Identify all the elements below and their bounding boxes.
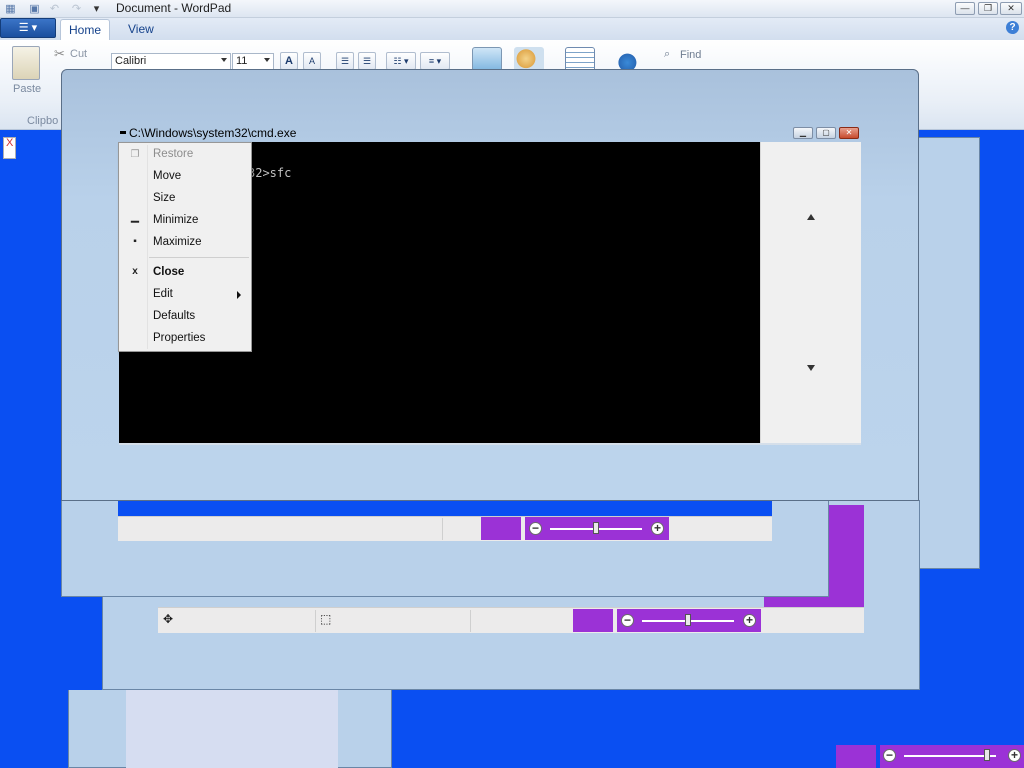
binoculars-icon[interactable]: ⌕: [664, 48, 670, 61]
clipboard-group-label: Clipbo: [27, 115, 59, 127]
zoom-out-button[interactable]: −: [529, 522, 542, 535]
menu-item-properties[interactable]: Properties: [153, 332, 205, 344]
tab-home[interactable]: Home: [60, 19, 110, 41]
zoom-thumb[interactable]: [593, 522, 599, 534]
cut-label[interactable]: Cut: [70, 48, 87, 60]
scroll-down-arrow-icon[interactable]: [807, 365, 815, 371]
zoom-level-box: [836, 745, 876, 768]
zoom-thumb[interactable]: [685, 614, 691, 626]
chevron-right-icon: [237, 291, 241, 299]
restore-icon: ❐: [130, 149, 140, 160]
cmd-maximize-button[interactable]: ▢: [816, 127, 836, 139]
scissors-icon[interactable]: ✂: [54, 46, 65, 62]
status-divider: [315, 610, 316, 632]
wordpad-app-icon[interactable]: ▦: [4, 3, 17, 15]
cmd-close-button[interactable]: ✕: [839, 127, 859, 139]
font-family-select[interactable]: Calibri: [111, 53, 231, 70]
ghost-window-right: [919, 137, 980, 569]
status-divider: [442, 518, 443, 540]
zoom-thumb[interactable]: [984, 749, 990, 761]
ghost-document-strip: [118, 501, 772, 516]
minimize-icon: ▁: [131, 212, 139, 223]
menu-item-defaults[interactable]: Defaults: [153, 310, 195, 322]
paste-icon[interactable]: [12, 46, 40, 80]
zoom-track[interactable]: [904, 755, 996, 757]
chevron-down-icon: [264, 58, 270, 62]
zoom-level-box: [481, 517, 521, 540]
zoom-in-button[interactable]: +: [1008, 749, 1021, 762]
close-icon: x: [132, 266, 138, 277]
status-divider: [470, 610, 471, 632]
menu-item-restore[interactable]: Restore: [153, 148, 193, 160]
wordpad-window-title: Document - WordPad: [116, 1, 232, 15]
help-icon[interactable]: ?: [1006, 21, 1019, 34]
menu-separator: [149, 257, 249, 258]
zoom-in-button[interactable]: +: [743, 614, 756, 627]
wordpad-close-button[interactable]: ✕: [1000, 2, 1022, 15]
bullets-button[interactable]: ☷ ▾: [386, 52, 416, 70]
ghost-statusbar-2: [118, 516, 772, 541]
undo-icon[interactable]: ↶: [48, 3, 61, 15]
cmd-vertical-scrollbar[interactable]: [760, 142, 861, 443]
menu-gutter: [147, 145, 148, 349]
tab-stop-selector[interactable]: X: [3, 137, 16, 159]
decrease-indent-button[interactable]: ☰: [336, 52, 354, 70]
menu-item-minimize[interactable]: Minimize: [153, 214, 198, 226]
redo-icon[interactable]: ↷: [70, 3, 83, 15]
cmd-bottom-edge: [119, 443, 861, 445]
zoom-in-button[interactable]: +: [651, 522, 664, 535]
menu-item-edit[interactable]: Edit: [153, 288, 173, 300]
grow-font-button[interactable]: A: [280, 52, 298, 70]
find-button[interactable]: Find: [680, 49, 701, 61]
save-icon[interactable]: ▣: [28, 3, 41, 15]
maximize-icon: ▪: [133, 236, 137, 247]
cmd-console-text: 32>sfc: [248, 166, 292, 180]
scroll-up-arrow-icon[interactable]: [807, 214, 815, 220]
tab-view[interactable]: View: [128, 19, 154, 39]
menu-item-size[interactable]: Size: [153, 192, 175, 204]
line-spacing-button[interactable]: ≡ ▾: [420, 52, 450, 70]
menu-item-maximize[interactable]: Maximize: [153, 236, 202, 248]
menu-item-close[interactable]: Close: [153, 266, 184, 278]
zoom-out-button[interactable]: −: [883, 749, 896, 762]
shrink-font-button[interactable]: A: [303, 52, 321, 70]
system-menu: ❐ Restore Move Size ▁ Minimize ▪ Maximiz…: [118, 142, 252, 352]
zoom-out-button[interactable]: −: [621, 614, 634, 627]
paste-label[interactable]: Paste: [13, 83, 41, 95]
qat-dropdown-icon[interactable]: ▾: [90, 3, 103, 15]
application-menu-button[interactable]: ☰ ▾: [0, 18, 56, 38]
cmd-window-title: C:\Windows\system32\cmd.exe: [129, 126, 297, 140]
zoom-level-box: [573, 609, 613, 632]
chevron-down-icon: [221, 58, 227, 62]
move-icon: ✥: [163, 612, 174, 626]
selection-icon: ⬚: [320, 612, 332, 626]
ghost-window-bottom-panel: [126, 690, 338, 768]
cmd-minimize-button[interactable]: ▁: [793, 127, 813, 139]
wordpad-restore-button[interactable]: ❐: [978, 2, 998, 15]
menu-item-move[interactable]: Move: [153, 170, 181, 182]
wordpad-minimize-button[interactable]: —: [955, 2, 975, 15]
cmd-system-menu-icon[interactable]: [120, 131, 126, 134]
increase-indent-button[interactable]: ☰: [358, 52, 376, 70]
